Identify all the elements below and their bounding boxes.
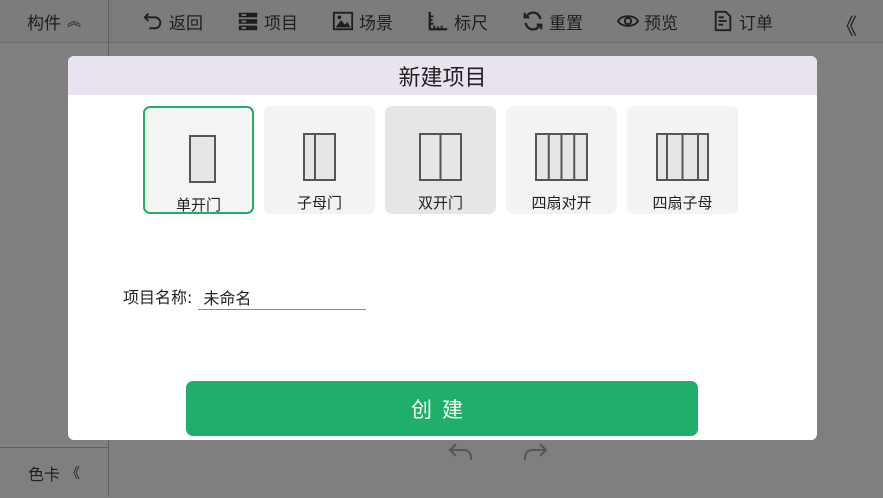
ruler-icon bbox=[428, 11, 448, 31]
door-type-double[interactable]: 双开门 bbox=[385, 106, 496, 214]
order-button[interactable]: 订单 bbox=[712, 0, 773, 42]
back-button[interactable]: 返回 bbox=[142, 0, 203, 42]
redo-button[interactable] bbox=[520, 438, 550, 466]
color-card-toggle[interactable]: 色卡 《 bbox=[0, 447, 108, 498]
undo-icon bbox=[448, 443, 472, 460]
project-name-label: 项目名称: bbox=[123, 288, 193, 307]
create-button[interactable]: 创建 bbox=[186, 381, 698, 436]
four-leaf-mother-child-door-icon bbox=[656, 133, 709, 181]
ruler-label: 标尺 bbox=[454, 13, 488, 34]
dialog-title: 新建项目 bbox=[68, 56, 817, 95]
back-label: 返回 bbox=[169, 13, 203, 34]
scene-button[interactable]: 场景 bbox=[332, 0, 393, 42]
document-icon bbox=[714, 10, 732, 32]
eye-icon bbox=[617, 15, 639, 27]
chevrons-up-icon: ︽ bbox=[67, 14, 81, 30]
project-button[interactable]: 项目 bbox=[237, 0, 298, 42]
reset-button[interactable]: 重置 bbox=[522, 0, 583, 42]
components-label: 构件 bbox=[27, 13, 61, 34]
chevrons-left-icon: 《 bbox=[66, 466, 80, 482]
door-type-label: 四扇对开 bbox=[531, 194, 592, 212]
project-name-input[interactable] bbox=[198, 285, 367, 310]
door-type-single[interactable]: 单开门 bbox=[143, 106, 254, 214]
undo-button[interactable] bbox=[446, 438, 476, 466]
door-type-label: 单开门 bbox=[175, 196, 221, 214]
preview-label: 预览 bbox=[644, 13, 678, 34]
list-icon bbox=[238, 12, 258, 31]
color-card-label: 色卡 bbox=[27, 465, 60, 484]
refresh-icon bbox=[523, 11, 543, 31]
chevrons-left-icon[interactable]: 《 bbox=[835, 9, 857, 41]
four-leaf-double-door-icon bbox=[535, 133, 588, 181]
new-project-dialog: 新建项目 单开门 子母门 双开门 四扇对开 四扇子母 项目名称: 未命名 创建 bbox=[68, 56, 817, 440]
order-label: 订单 bbox=[739, 13, 773, 34]
door-type-four-leaf-mother-child[interactable]: 四扇子母 bbox=[627, 106, 738, 214]
door-type-label: 四扇子母 bbox=[652, 194, 713, 212]
reset-label: 重置 bbox=[549, 13, 583, 34]
mother-child-door-icon bbox=[303, 133, 336, 181]
components-panel-toggle[interactable]: 构件 ︽ bbox=[0, 0, 109, 42]
undo-arrow-icon bbox=[143, 13, 162, 30]
door-type-label: 双开门 bbox=[417, 194, 463, 212]
scene-label: 场景 bbox=[359, 13, 393, 34]
image-icon bbox=[332, 11, 354, 31]
project-label: 项目 bbox=[264, 13, 298, 34]
preview-button[interactable]: 预览 bbox=[617, 0, 678, 42]
project-name-row: 项目名称: bbox=[123, 285, 367, 310]
redo-icon bbox=[524, 443, 548, 460]
door-type-mother-child[interactable]: 子母门 bbox=[264, 106, 375, 214]
single-door-icon bbox=[189, 135, 216, 183]
door-type-four-leaf-double[interactable]: 四扇对开 bbox=[506, 106, 617, 214]
top-toolbar: 构件 ︽ 返回 项目 场景 标尺 重置 预览 订单 《 bbox=[0, 0, 883, 43]
ruler-button[interactable]: 标尺 bbox=[427, 0, 488, 42]
double-door-icon bbox=[419, 133, 462, 181]
door-type-label: 子母门 bbox=[296, 194, 342, 212]
